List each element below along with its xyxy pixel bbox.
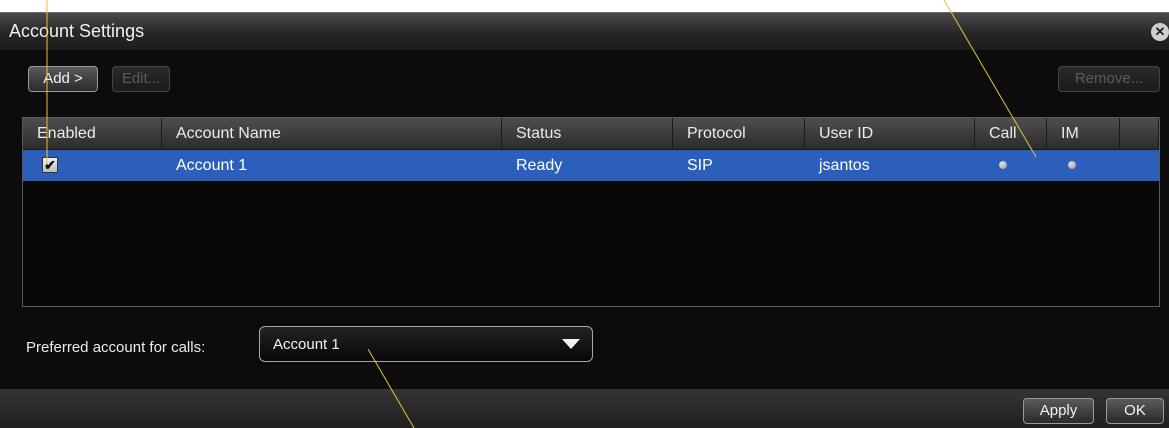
column-header-protocol[interactable]: Protocol (673, 118, 805, 149)
im-status-dot-icon (1068, 161, 1076, 169)
column-header-enabled[interactable]: Enabled (23, 118, 162, 149)
status-cell: Ready (516, 157, 563, 174)
table-row[interactable]: ✔ Account 1 Ready SIP jsantos (23, 150, 1159, 181)
apply-button[interactable]: Apply (1023, 398, 1094, 424)
title-bar: Account Settings ✕ (0, 12, 1169, 50)
user-id-cell: jsantos (819, 157, 870, 174)
enabled-checkbox[interactable]: ✔ (42, 157, 58, 173)
dialog-title: Account Settings (9, 21, 145, 41)
column-header-account-name[interactable]: Account Name (162, 118, 502, 149)
protocol-cell: SIP (687, 157, 713, 174)
preferred-account-value: Account 1 (273, 336, 340, 353)
add-button[interactable]: Add > (28, 66, 98, 92)
account-name-cell: Account 1 (176, 157, 248, 174)
preferred-account-select[interactable]: Account 1 (259, 326, 593, 362)
preferred-account-label: Preferred account for calls: (26, 339, 206, 356)
remove-button[interactable]: Remove... (1058, 66, 1160, 92)
dialog-footer: Apply OK (0, 389, 1169, 428)
column-header-user-id[interactable]: User ID (805, 118, 975, 149)
accounts-table: Enabled Account Name Status Protocol Use… (22, 117, 1160, 307)
close-icon[interactable]: ✕ (1151, 23, 1169, 41)
edit-button[interactable]: Edit... (112, 66, 170, 92)
account-settings-dialog: Account Settings ✕ Add > Edit... Remove.… (0, 12, 1169, 428)
table-header: Enabled Account Name Status Protocol Use… (23, 118, 1159, 150)
column-header-status[interactable]: Status (502, 118, 673, 149)
chevron-down-icon (562, 339, 580, 349)
ok-button[interactable]: OK (1106, 398, 1164, 424)
column-header-im[interactable]: IM (1047, 118, 1120, 149)
column-header-filler (1120, 118, 1159, 149)
column-header-call[interactable]: Call (975, 118, 1047, 149)
call-status-dot-icon (999, 161, 1007, 169)
